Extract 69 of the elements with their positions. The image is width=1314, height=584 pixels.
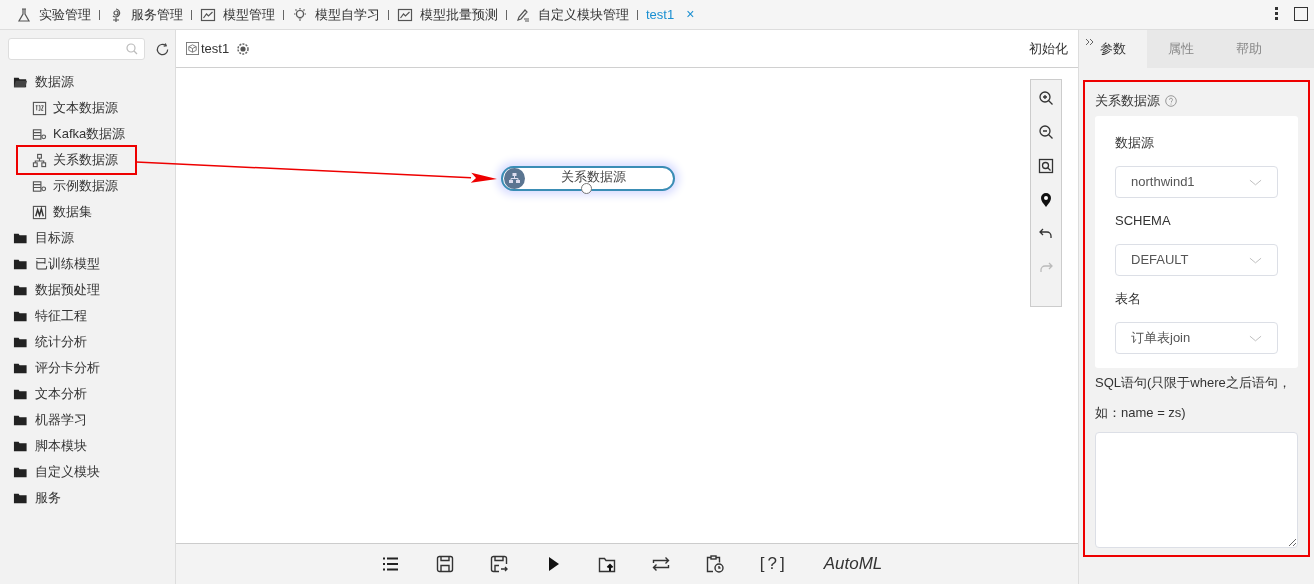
select-field[interactable]: northwind1	[1115, 166, 1278, 198]
gear-icon[interactable]	[237, 42, 250, 55]
category-item[interactable]: 服务	[0, 485, 175, 511]
chart-icon	[397, 6, 413, 23]
chevron-down-icon	[1249, 178, 1262, 186]
app-tab[interactable]: 自定义模块管理	[515, 4, 629, 25]
section-title: 关系数据源	[1095, 92, 1160, 111]
tree-item[interactable]: 文本数据源	[0, 95, 124, 121]
swap-icon[interactable]	[651, 555, 670, 573]
category-item[interactable]: 文本分析	[0, 381, 175, 407]
port-handle[interactable]	[581, 183, 592, 194]
help-button[interactable]: [?]	[759, 551, 788, 577]
fit-view-icon[interactable]	[1038, 158, 1054, 174]
save-as-icon[interactable]	[489, 555, 508, 573]
app-tab[interactable]: 模型自学习	[292, 4, 380, 25]
location-pin-icon[interactable]	[1038, 192, 1054, 208]
folder-upload-icon[interactable]	[597, 555, 616, 573]
category-item[interactable]: 数据源	[0, 69, 175, 95]
refresh-icon[interactable]	[155, 41, 170, 57]
category-item[interactable]: 特征工程	[0, 303, 175, 329]
zoom-in-icon[interactable]	[1038, 90, 1054, 106]
tree-item[interactable]: 关系数据源	[18, 147, 135, 173]
chevron-down-icon	[1249, 334, 1262, 342]
document-icon	[32, 100, 47, 116]
field-label: 表名	[1115, 290, 1142, 308]
chart-icon	[200, 6, 216, 23]
initialize-button[interactable]: 初始化	[1029, 38, 1068, 59]
network-icon	[504, 168, 525, 189]
category-item[interactable]: 自定义模块	[0, 459, 175, 485]
category-item[interactable]: 评分卡分析	[0, 355, 175, 381]
search-field[interactable]	[8, 38, 145, 60]
app-tab[interactable]: 服务管理	[108, 4, 183, 25]
field-label: SCHEMA	[1115, 212, 1172, 230]
app-tab[interactable]: 模型管理	[200, 4, 275, 25]
chevron-down-icon	[1249, 256, 1262, 264]
select-field[interactable]: DEFAULT	[1115, 244, 1278, 276]
node-label: 关系数据源	[559, 170, 627, 184]
clipboard-clock-icon[interactable]	[705, 555, 724, 573]
zoom-out-icon[interactable]	[1038, 124, 1054, 140]
cube-icon	[186, 42, 199, 55]
chart-icon	[32, 204, 47, 220]
tree-item[interactable]: Kafka数据源	[0, 121, 132, 147]
canvas-title: test1	[201, 39, 230, 58]
database-icon	[32, 178, 47, 194]
category-item[interactable]: 统计分析	[0, 329, 175, 355]
flask-icon	[16, 6, 32, 23]
bulb-icon	[292, 6, 308, 23]
category-item[interactable]: 机器学习	[0, 407, 175, 433]
app-tab[interactable]: 模型批量预测	[397, 4, 498, 25]
category-item[interactable]: 已训练模型	[0, 251, 175, 277]
tree-item[interactable]: 示例数据源	[0, 173, 124, 199]
save-icon[interactable]	[435, 555, 454, 573]
database-icon	[32, 126, 47, 142]
select-field[interactable]: 订单表join	[1115, 322, 1278, 354]
field-label: SQL语句(只限于where之后语句，	[1095, 374, 1292, 392]
field-label: 如：name = zs)	[1095, 404, 1187, 422]
automl-button[interactable]: AutoML	[823, 551, 883, 577]
network-icon	[32, 152, 47, 168]
window-icon[interactable]	[1294, 7, 1308, 21]
more-icon[interactable]	[1275, 7, 1278, 20]
category-item[interactable]: 数据预处理	[0, 277, 175, 303]
field-label: 数据源	[1115, 134, 1155, 152]
tree-item[interactable]: 数据集	[0, 199, 98, 225]
category-item[interactable]: 目标源	[0, 225, 175, 251]
app-tab[interactable]: 实验管理	[16, 4, 91, 25]
canvas-node[interactable]: 关系数据源	[501, 166, 675, 191]
list-icon[interactable]	[381, 555, 400, 573]
search-icon	[126, 43, 138, 55]
category-item[interactable]: 脚本模块	[0, 433, 175, 459]
